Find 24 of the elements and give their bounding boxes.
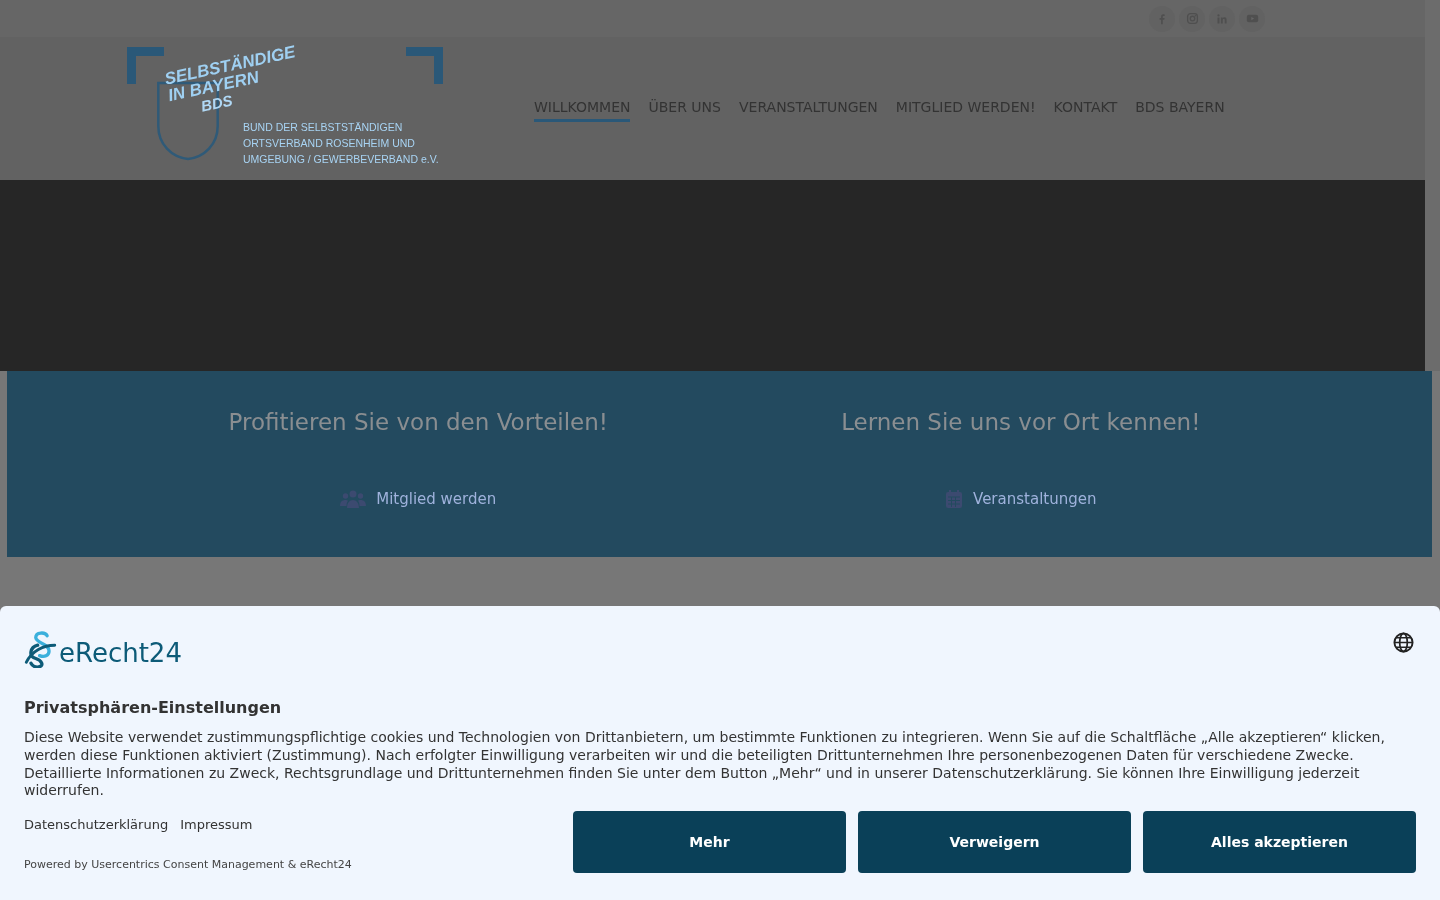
language-icon[interactable] (1393, 632, 1414, 653)
corner-bracket-icon (406, 46, 443, 84)
feature-heading: Lernen Sie uns vor Ort kennen! (841, 409, 1201, 435)
logo-subtitle: ORTSVERBAND ROSENHEIM UND (243, 135, 416, 151)
calendar-icon (945, 489, 964, 509)
instagram-icon[interactable] (1179, 5, 1205, 32)
feature-link[interactable]: Veranstaltungen (945, 489, 1097, 509)
consent-text: Diese Website verwendet zustimmungspflichtige cookies und Technologien von Drittanbietern, um bestimmte Funktionen zu integrieren. Wenn Sie auf die Schaltfläche „Alle akzeptieren“ klicken, werden diese Funktionen aktiviert (Zustimmung). Nach erfolgter Einwilligung verarbeiten wir und die beteiligten Drittunternehmen Ihre personenbezogenen Daten für verschiedene Zwecke. Detaillierte Informationen zu Zweck, Rechtsgrundlage und Drittunternehmen finden Sie unter dem Button „Mehr“ und in unserer Datenschutzerklärung. Sie können Ihre Einwilligung jederzeit widerrufen. (24, 729, 1386, 801)
consent-button[interactable]: Alles akzeptieren (1143, 811, 1416, 874)
brand-name: eRecht24 (59, 638, 182, 668)
users-icon (340, 489, 367, 509)
feature-link[interactable]: Mitglied werden (340, 489, 497, 509)
feature-heading: Profitieren Sie von den Vorteilen! (228, 409, 609, 435)
consent-button[interactable]: Verweigern (858, 811, 1131, 874)
footer-link[interactable]: Datenschutzerklärung (24, 817, 169, 833)
corner-bracket-icon (127, 46, 164, 84)
consent-title: Privatsphären-Einstellungen (24, 698, 283, 717)
powered-by-text: Powered by Usercentrics Consent Management & eRecht24 (24, 858, 352, 872)
scrollbar[interactable] (1425, 0, 1440, 371)
consent-button[interactable]: Mehr (573, 811, 846, 874)
footer-link[interactable]: Impressum (180, 817, 253, 833)
logo-subtitle: BUND DER SELBSTSTÄNDIGEN (243, 119, 404, 135)
logo-subtitle: UMGEBUNG / GEWERBEVERBAND e.V. (243, 151, 439, 167)
paragraph-icon (24, 630, 57, 668)
